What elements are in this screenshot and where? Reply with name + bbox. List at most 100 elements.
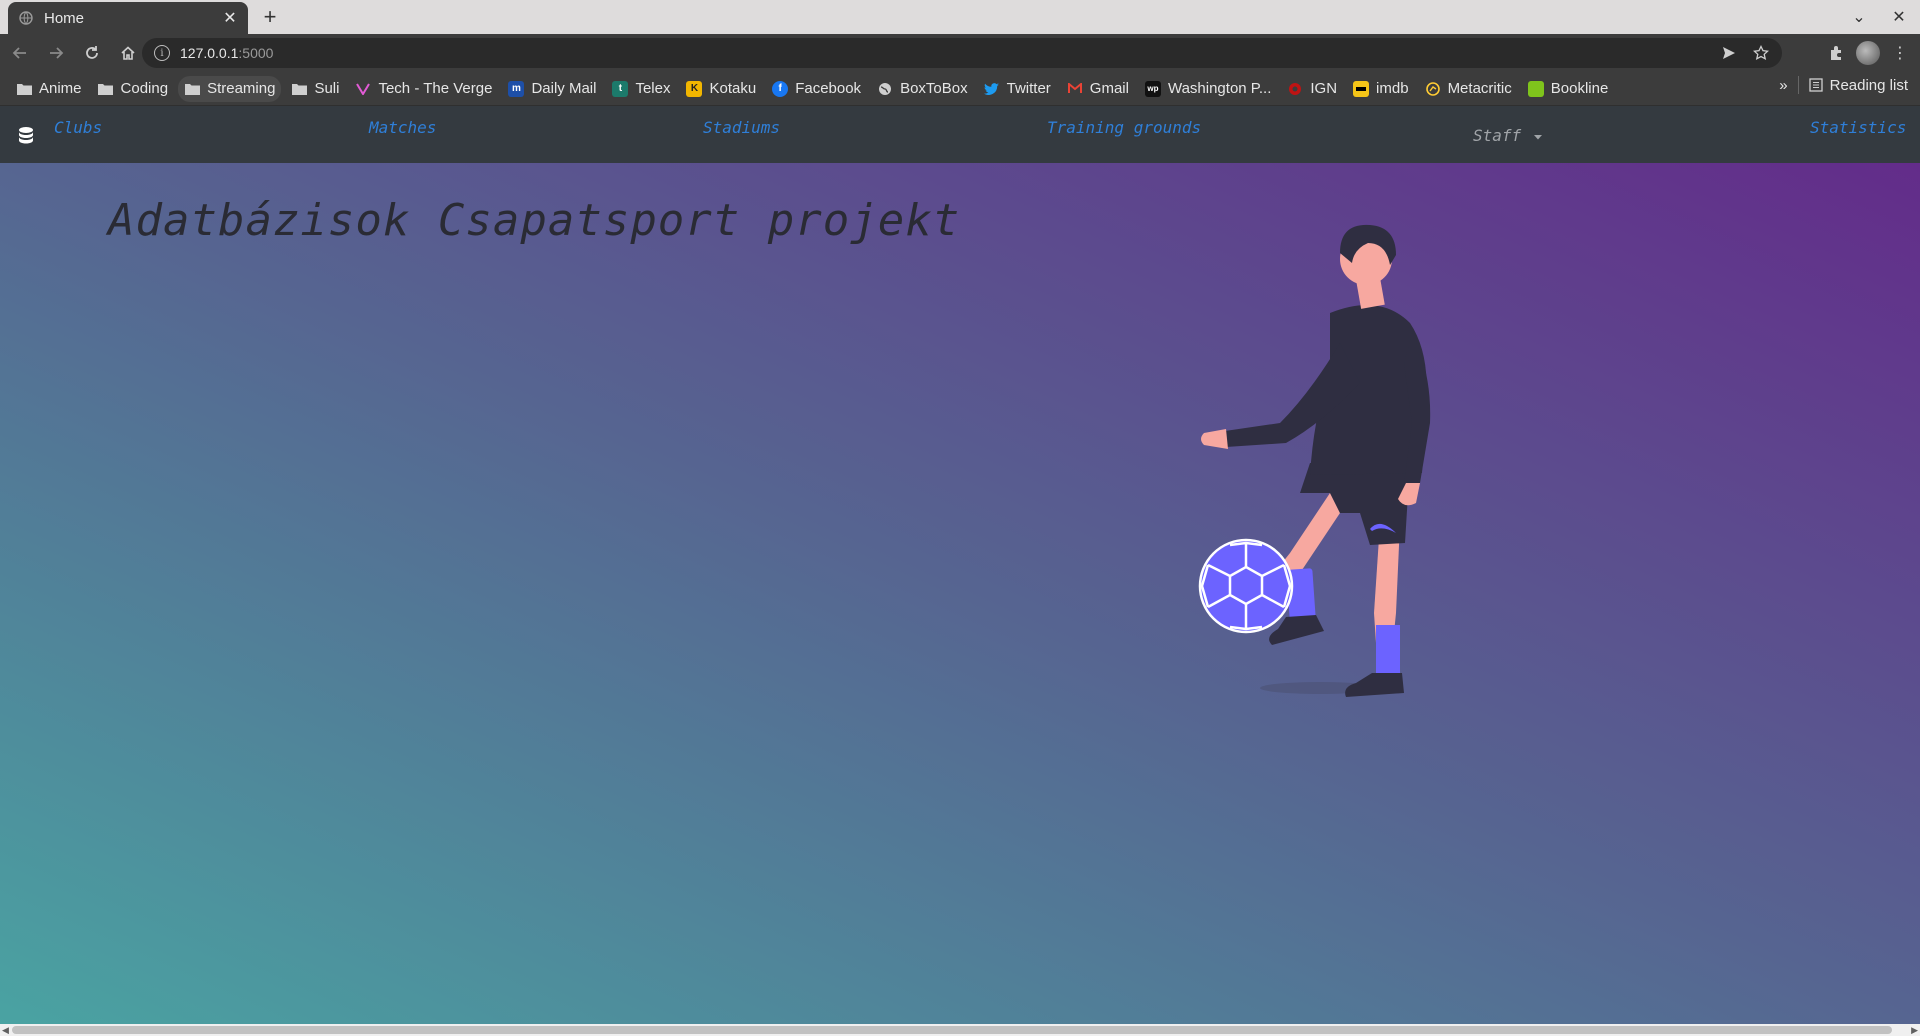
bookmark-bookline[interactable]: Bookline: [1522, 76, 1615, 102]
nav-stadiums[interactable]: Stadiums: [703, 118, 780, 137]
nav-staff-label: Staff: [1473, 126, 1522, 145]
caret-down-icon: [1533, 134, 1542, 139]
bookmark-washington-post[interactable]: wp Washington P...: [1139, 76, 1277, 102]
bookmark-label: Kotaku: [709, 80, 757, 97]
hero-section: Adatbázisok Csapatsport projekt: [0, 163, 1920, 1024]
bookmark-label: Tech - The Verge: [378, 80, 493, 97]
address-bar[interactable]: i 127.0.0.1:5000: [142, 38, 1782, 68]
address-port: :5000: [238, 45, 274, 61]
bookmarks-bar: Anime Coding Streaming Suli Tech - The V…: [0, 72, 1920, 106]
folder-icon: [98, 81, 114, 97]
page-content: Clubs Matches Stadiums Training grounds …: [0, 106, 1920, 1024]
back-icon[interactable]: [4, 37, 36, 69]
folder-icon: [291, 81, 307, 97]
globe-icon: [877, 81, 893, 97]
folder-icon: [184, 81, 200, 97]
address-host: 127.0.0.1: [180, 45, 239, 61]
imdb-icon: [1353, 80, 1370, 97]
bookmark-star-icon[interactable]: [1750, 42, 1772, 64]
bookmark-label: Gmail: [1089, 80, 1129, 97]
bookmark-telex[interactable]: t Telex: [606, 76, 676, 102]
scroll-left-icon[interactable]: ◀: [2, 1025, 9, 1036]
bookmarks-overflow-button[interactable]: »: [1779, 77, 1787, 94]
nav-staff-dropdown[interactable]: Staff: [1473, 126, 1543, 145]
bookmark-the-verge[interactable]: Tech - The Verge: [349, 76, 498, 102]
bookmark-coding[interactable]: Coding: [92, 76, 175, 102]
profile-avatar[interactable]: [1856, 41, 1880, 65]
bookmark-label: Telex: [635, 80, 671, 97]
bookmark-label: Washington P...: [1167, 80, 1272, 97]
site-navbar: Clubs Matches Stadiums Training grounds …: [0, 106, 1920, 163]
dailymail-icon: m: [508, 80, 525, 97]
bookmark-label: Coding: [120, 80, 169, 97]
bookline-icon: [1527, 80, 1544, 97]
bookmark-anime[interactable]: Anime: [10, 76, 88, 102]
metacritic-icon: [1425, 81, 1441, 97]
telex-icon: t: [612, 80, 629, 97]
bookmark-imdb[interactable]: imdb: [1347, 76, 1415, 102]
bookmark-label: Anime: [39, 80, 82, 97]
globe-icon: [18, 10, 34, 26]
bookmark-label: Suli: [314, 80, 340, 97]
bookmark-label: Bookline: [1550, 80, 1609, 97]
bookmark-label: Metacritic: [1447, 80, 1512, 97]
close-window-icon[interactable]: ✕: [1888, 6, 1910, 28]
tab-home[interactable]: Home ✕: [8, 2, 248, 34]
bookmark-metacritic[interactable]: Metacritic: [1419, 76, 1518, 102]
bookmark-suli[interactable]: Suli: [285, 76, 345, 102]
folder-icon: [16, 81, 32, 97]
tab-strip: Home ✕ + ⌄ ✕: [0, 0, 1920, 34]
bookmark-label: BoxToBox: [900, 80, 968, 97]
extensions-icon[interactable]: [1824, 41, 1848, 65]
new-tab-icon[interactable]: +: [258, 4, 282, 29]
reading-list-label: Reading list: [1829, 76, 1908, 94]
browser-toolbar: i 127.0.0.1:5000 ⋮: [0, 34, 1920, 72]
reading-list-icon: [1808, 78, 1823, 92]
washingtonpost-icon: wp: [1144, 80, 1161, 97]
site-info-icon[interactable]: i: [154, 45, 170, 61]
scrollbar-thumb[interactable]: [12, 1026, 1892, 1034]
soccer-player-illustration: [1198, 224, 1431, 697]
send-icon[interactable]: [1718, 42, 1740, 64]
bookmark-twitter[interactable]: Twitter: [978, 76, 1057, 102]
bookmarks-divider: [1797, 76, 1799, 94]
gmail-icon: [1067, 81, 1083, 97]
avatar: [1856, 41, 1880, 65]
reload-icon[interactable]: [76, 37, 108, 69]
facebook-icon: f: [772, 80, 789, 97]
soccer-ball-icon: [1198, 538, 1294, 634]
bookmark-label: IGN: [1310, 80, 1338, 97]
horizontal-scrollbar[interactable]: ◀ ▶: [0, 1024, 1920, 1036]
nav-matches[interactable]: Matches: [369, 118, 436, 137]
forward-icon[interactable]: [40, 37, 72, 69]
window-controls: ⌄ ✕: [1848, 6, 1910, 28]
bookmark-label: Streaming: [207, 80, 276, 97]
bookmark-label: Twitter: [1006, 80, 1051, 97]
bookmark-facebook[interactable]: f Facebook: [766, 76, 867, 102]
bookmark-gmail[interactable]: Gmail: [1061, 76, 1135, 102]
bookmark-ign[interactable]: IGN: [1281, 76, 1343, 102]
tab-title: Home: [44, 9, 85, 27]
bookmark-daily-mail[interactable]: m Daily Mail: [502, 76, 602, 102]
tab-search-icon[interactable]: ⌄: [1848, 6, 1870, 28]
bookmark-boxtobox[interactable]: BoxToBox: [871, 76, 974, 102]
nav-training-grounds[interactable]: Training grounds: [1047, 118, 1201, 137]
nav-statistics[interactable]: Statistics: [1810, 118, 1906, 137]
nav-clubs[interactable]: Clubs: [54, 118, 102, 137]
close-icon[interactable]: ✕: [222, 10, 238, 27]
kotaku-icon: K: [686, 80, 703, 97]
bookmark-kotaku[interactable]: K Kotaku: [680, 76, 762, 102]
reading-list-button[interactable]: Reading list: [1808, 76, 1908, 94]
database-icon[interactable]: [18, 126, 34, 146]
ign-icon: [1287, 81, 1303, 97]
twitter-icon: [984, 81, 1000, 97]
bookmark-label: imdb: [1376, 80, 1409, 97]
scroll-right-icon[interactable]: ▶: [1911, 1025, 1918, 1036]
home-icon[interactable]: [112, 37, 144, 69]
page-title: Adatbázisok Csapatsport projekt: [108, 195, 961, 246]
bookmark-label: Facebook: [795, 80, 862, 97]
bookmark-label: Daily Mail: [531, 80, 597, 97]
bookmark-streaming[interactable]: Streaming: [178, 75, 282, 102]
menu-icon[interactable]: ⋮: [1888, 41, 1912, 65]
verge-icon: [355, 81, 371, 97]
